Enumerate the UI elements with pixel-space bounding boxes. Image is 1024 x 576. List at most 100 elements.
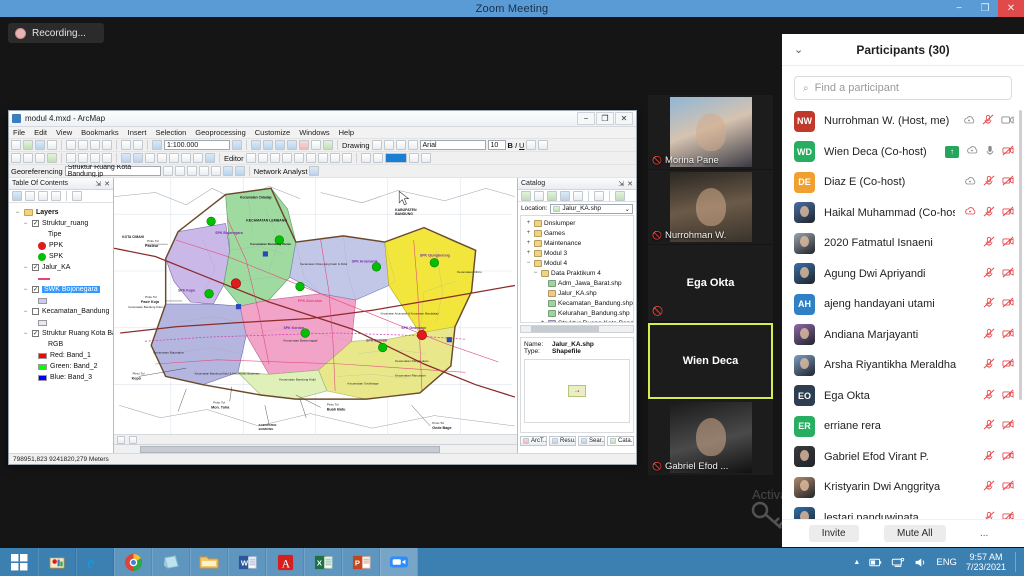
layout-view-button-icon[interactable]	[129, 435, 137, 444]
participant-row[interactable]: Kristyarin Dwi Anggritya	[782, 472, 1024, 503]
arcmap-maximize-button[interactable]: ❐	[596, 112, 614, 125]
expander-icon[interactable]: −	[22, 221, 29, 227]
taskbar-item-chrome[interactable]	[114, 548, 152, 576]
table-of-contents-panel[interactable]: Table Of Contents ⇲ ✕ − Layers − ✓ Struk…	[9, 178, 114, 453]
expander-icon[interactable]: +	[525, 220, 532, 226]
new-map-icon[interactable]	[11, 140, 21, 150]
identify-icon[interactable]	[133, 153, 143, 163]
chevron-down-icon[interactable]: ⌄	[794, 43, 803, 56]
more-options-button[interactable]: ...	[971, 525, 997, 542]
video-off-icon[interactable]	[1002, 206, 1014, 220]
map-data-view[interactable]: KABUPATEN BANDUNG KOTA CIMAHI Pintu Tol …	[114, 178, 518, 453]
catalog-location-row[interactable]: Location: Jalur_KA.shp ⌄	[518, 202, 636, 215]
taskbar-item-file-explorer[interactable]	[190, 548, 228, 576]
toc-symbol-spk[interactable]: SPK	[12, 251, 110, 262]
search-input[interactable]: Find a participant	[815, 82, 899, 94]
add-data-icon[interactable]	[152, 140, 162, 150]
mic-off-icon[interactable]	[983, 175, 995, 189]
menu-item-file[interactable]: File	[13, 128, 25, 137]
taskbar-item-internet-explorer[interactable]: e	[76, 548, 114, 576]
invite-button[interactable]: Invite	[808, 525, 859, 542]
maximize-button[interactable]: ❐	[972, 0, 998, 17]
mic-off-icon[interactable]	[983, 450, 995, 464]
menu-item-edit[interactable]: Edit	[34, 128, 47, 137]
layout-view-icon[interactable]	[408, 153, 419, 163]
scrollbar-thumb[interactable]	[531, 326, 599, 332]
video-off-icon[interactable]	[1002, 358, 1014, 372]
find-icon[interactable]	[157, 153, 167, 163]
tab-arctoolbox[interactable]: ArcT...	[520, 435, 547, 446]
pin-icon[interactable]: ⇲	[618, 180, 624, 188]
menu-item-view[interactable]: View	[56, 128, 72, 137]
menu-item-geoprocessing[interactable]: Geoprocessing	[195, 128, 245, 137]
toc-root-layers[interactable]: − Layers	[12, 207, 110, 218]
toc-close-icon[interactable]: ✕	[104, 180, 110, 188]
video-off-icon[interactable]	[1002, 297, 1014, 311]
toc-layer-swk-bojonegara[interactable]: − ✓ SWK Bojonegara	[12, 284, 110, 295]
catalog-panel[interactable]: Catalog ⇲ ✕ Location: Jalur_KA.shp ⌄ + D…	[518, 178, 636, 453]
close-button[interactable]: ✕	[998, 0, 1024, 17]
data-view-icon[interactable]	[420, 153, 431, 163]
expander-icon[interactable]: −	[14, 210, 21, 216]
undo-icon[interactable]	[121, 140, 131, 150]
line-color-icon[interactable]	[538, 140, 549, 150]
fixed-zoom-in-icon[interactable]	[66, 153, 76, 163]
auto-adjust-icon[interactable]	[234, 166, 245, 176]
volume-icon[interactable]	[914, 556, 927, 569]
expander-icon[interactable]: −	[532, 270, 539, 276]
bold-button[interactable]: B	[508, 141, 513, 150]
toc-options-icon[interactable]	[72, 191, 82, 201]
rotate-georef-icon[interactable]	[186, 166, 197, 176]
tab-search[interactable]: Sear...	[578, 435, 605, 446]
mic-off-icon[interactable]	[983, 389, 995, 403]
font-color-icon[interactable]	[526, 140, 537, 150]
participant-row[interactable]: Haikal Muhammad (Co-host)	[782, 198, 1024, 229]
recording-indicator[interactable]: Recording...	[8, 23, 104, 43]
paste-icon[interactable]	[90, 140, 100, 150]
time-slider-icon[interactable]	[193, 153, 203, 163]
hyperlink-icon[interactable]	[169, 153, 179, 163]
add-control-points-icon[interactable]	[162, 166, 173, 176]
arcmap-tools-toolbar[interactable]: Editor	[9, 152, 636, 165]
copy-icon[interactable]	[78, 140, 88, 150]
catalog-tree-item[interactable]: Jalur_KA.shp	[523, 288, 631, 298]
fill-color-icon[interactable]	[395, 140, 406, 150]
catalog-toolbar[interactable]	[518, 190, 636, 202]
participant-row[interactable]: EO Ega Okta	[782, 381, 1024, 412]
model-builder-icon[interactable]	[323, 140, 333, 150]
pin-icon[interactable]: ⇲	[95, 180, 101, 188]
new-folder-icon[interactable]	[615, 190, 625, 201]
catalog-tree-item[interactable]: Kelurahan_Bandung.shp	[523, 308, 631, 318]
georeferencing-menu-label[interactable]: Georeferencing	[11, 167, 63, 176]
participant-row[interactable]: NW Nurrohman W. (Host, me)	[782, 106, 1024, 137]
cut-icon[interactable]	[66, 140, 76, 150]
open-icon[interactable]	[23, 140, 33, 150]
catalog-tree-item[interactable]: Kecamatan_Bandung.shp	[523, 298, 633, 308]
tab-results[interactable]: Resu...	[549, 435, 576, 446]
layer-checkbox[interactable]	[32, 308, 39, 315]
split-tool-icon[interactable]	[293, 153, 304, 163]
toc-layer-struktur-ruang-kota-bandung[interactable]: − ✓ Struktur Ruang Kota Bandung	[12, 328, 113, 339]
catalog-tree[interactable]: + Dnslumper + Games + Maintenance + Modul 3− Mod…	[520, 215, 634, 323]
mic-off-icon[interactable]	[983, 328, 995, 342]
video-on-icon[interactable]	[1001, 115, 1014, 128]
show-hidden-icons-button[interactable]: ▲	[853, 559, 860, 566]
arcmap-standard-toolbar[interactable]: 1:100.000 Drawing Arial 10 B I U	[9, 139, 636, 152]
toc-tree[interactable]: − Layers − ✓ Struktur_ruang Tipe PPK SPK…	[9, 203, 113, 453]
video-off-icon[interactable]	[1002, 175, 1014, 189]
arctoolbox-icon[interactable]	[299, 140, 309, 150]
video-off-icon[interactable]	[1002, 145, 1014, 159]
menu-item-help[interactable]: Help	[339, 128, 354, 137]
catalog-tree-item[interactable]: + Struktur Ruang Kota Bandung	[523, 318, 633, 322]
participants-scrollbar[interactable]	[1019, 110, 1022, 400]
video-off-icon[interactable]	[1002, 267, 1014, 281]
share-screen-icon[interactable]: ↑	[945, 145, 959, 158]
menu-item-windows[interactable]: Windows	[299, 128, 329, 137]
pan-icon[interactable]	[35, 153, 45, 163]
participant-row[interactable]: Agung Dwi Apriyandi	[782, 259, 1024, 290]
edit-vertices-icon[interactable]	[257, 153, 268, 163]
up-one-level-icon[interactable]	[547, 190, 557, 201]
catalog-tabstrip[interactable]: ArcT... Resu... Sear... Cata...	[518, 435, 636, 446]
chevron-down-icon[interactable]: ⌄	[625, 205, 630, 213]
participant-row[interactable]: lestari panduwinata	[782, 503, 1024, 519]
